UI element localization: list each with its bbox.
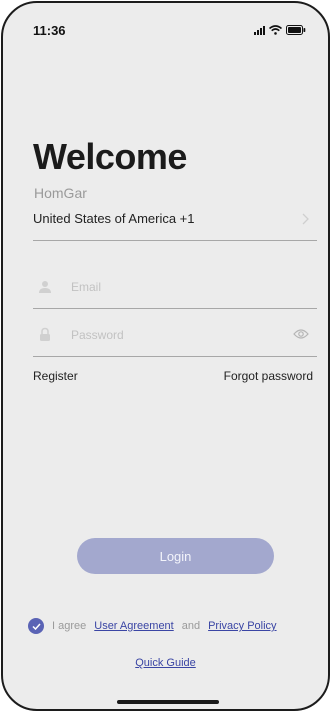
email-field[interactable] xyxy=(71,276,271,297)
country-selector[interactable]: United States of America +1 xyxy=(33,197,317,241)
forgot-password-link[interactable]: Forgot password xyxy=(224,369,313,383)
status-bar: 11:36 xyxy=(3,3,328,51)
email-row xyxy=(33,265,317,309)
status-icons xyxy=(254,25,306,35)
quick-guide-row: Quick Guide xyxy=(3,657,328,669)
login-button[interactable]: Login xyxy=(77,538,274,574)
signal-icon xyxy=(254,25,265,35)
privacy-policy-link[interactable]: Privacy Policy xyxy=(208,620,276,632)
register-link[interactable]: Register xyxy=(33,369,78,383)
wifi-icon xyxy=(269,25,282,35)
chevron-right-icon xyxy=(302,212,309,230)
eye-icon[interactable] xyxy=(293,327,309,345)
home-indicator xyxy=(117,700,219,704)
quick-guide-link[interactable]: Quick Guide xyxy=(135,657,196,669)
agreement-prefix: I agree xyxy=(52,620,87,632)
phone-frame: 11:36 Welcome HomGar United States of Am… xyxy=(1,1,330,711)
country-value: United States of America +1 xyxy=(33,211,195,226)
user-agreement-link[interactable]: User Agreement xyxy=(94,620,173,632)
battery-icon xyxy=(286,25,306,35)
lock-icon xyxy=(35,327,55,343)
welcome-title: Welcome xyxy=(33,136,187,177)
agreement-row: I agree User Agreement and Privacy Polic… xyxy=(28,618,277,634)
user-icon xyxy=(35,279,55,295)
check-icon xyxy=(31,622,41,630)
password-row xyxy=(33,313,317,357)
agreement-checkbox[interactable] xyxy=(28,618,44,634)
password-field[interactable] xyxy=(71,324,271,345)
agreement-and: and xyxy=(181,620,201,632)
status-time: 11:36 xyxy=(33,23,66,38)
